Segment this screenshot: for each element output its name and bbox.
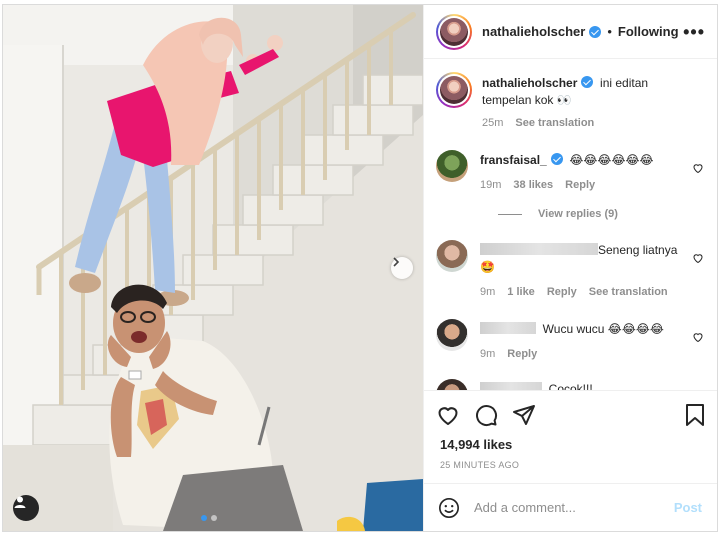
comment-icon[interactable]	[474, 403, 498, 427]
caption-see-translation[interactable]: See translation	[515, 115, 594, 132]
post-dialog: nathalieholscher • Following ••• nathali…	[2, 4, 718, 532]
post-photo[interactable]	[3, 5, 423, 531]
post-comment-button[interactable]: Post	[674, 500, 702, 515]
comment-row: Cocok!!!	[436, 379, 706, 390]
carousel-dot-active	[201, 515, 207, 521]
comment-meta: 9m 1 like Reply See translation	[480, 284, 686, 301]
blurred-username	[480, 243, 598, 255]
comment-row: fransfaisal_ 😂😂😂😂😂😂 19m 38 likes Reply	[436, 150, 706, 194]
blurred-username	[480, 322, 536, 334]
verified-icon	[550, 153, 563, 165]
chevron-right-icon	[393, 257, 400, 267]
post-header: nathalieholscher • Following •••	[424, 5, 717, 59]
caption-author-avatar[interactable]	[436, 72, 472, 108]
likes-count[interactable]: 14,994 likes	[440, 437, 512, 452]
bookmark-icon[interactable]	[684, 403, 706, 427]
share-icon[interactable]	[512, 403, 536, 427]
view-replies-button[interactable]: View replies (9)	[498, 208, 706, 220]
comment-like-heart-icon[interactable]	[692, 162, 704, 174]
comment-reply[interactable]: Reply	[547, 284, 577, 301]
comment-like-heart-icon[interactable]	[692, 252, 704, 264]
commenter-avatar[interactable]	[436, 240, 468, 272]
comment-text: 😂😂😂😂😂😂	[569, 153, 654, 167]
comment-input[interactable]	[474, 500, 674, 515]
comment-like-heart-icon[interactable]	[692, 331, 704, 343]
verified-icon	[589, 25, 602, 38]
comments-list[interactable]: nathalieholscher ini editan tempelan kok…	[424, 60, 717, 390]
post-actions-bar	[424, 390, 717, 438]
commenter-avatar[interactable]	[436, 379, 468, 390]
comment-meta: 9m Reply	[480, 346, 686, 363]
comment-reply[interactable]: Reply	[565, 177, 595, 194]
commenter-avatar[interactable]	[436, 319, 468, 351]
more-options-icon[interactable]: •••	[683, 23, 705, 41]
comment-likes[interactable]: 1 like	[507, 284, 535, 301]
comment-row: Wucu wucu 😂😂😂😂 9m Reply	[436, 319, 706, 363]
next-photo-button[interactable]	[391, 257, 413, 279]
posted-timestamp[interactable]: 25 MINUTES AGO	[440, 460, 519, 470]
commenter-avatar[interactable]	[436, 150, 468, 182]
photo-illustration	[3, 5, 423, 531]
author-avatar[interactable]	[436, 13, 472, 50]
author-username[interactable]: nathalieholscher	[482, 24, 585, 39]
separator-dot: •	[607, 24, 612, 39]
emoji-icon[interactable]	[438, 497, 460, 519]
user-tags-button[interactable]	[13, 495, 39, 521]
comment-likes[interactable]: 38 likes	[513, 177, 553, 194]
caption-row: nathalieholscher ini editan tempelan kok…	[436, 72, 706, 132]
carousel-dot	[211, 515, 217, 521]
view-replies-label: View replies (9)	[538, 208, 618, 220]
comment-composer: Post	[424, 483, 717, 531]
user-tag-icon	[14, 496, 26, 508]
comment-see-translation[interactable]: See translation	[589, 284, 668, 301]
comment-row: Seneng liatnya🤩 9m 1 like Reply See tran…	[436, 240, 706, 301]
commenter-username[interactable]: fransfaisal_	[480, 153, 547, 167]
caption-username[interactable]: nathalieholscher	[482, 76, 577, 90]
comment-time[interactable]: 9m	[480, 284, 495, 301]
blurred-username	[480, 382, 542, 390]
comment-reply[interactable]: Reply	[507, 346, 537, 363]
verified-icon	[581, 76, 594, 88]
heart-icon[interactable]	[436, 403, 460, 427]
caption-time[interactable]: 25m	[482, 115, 503, 132]
carousel-indicator	[201, 515, 217, 521]
following-button[interactable]: Following	[618, 24, 679, 39]
caption-meta: 25m See translation	[482, 115, 686, 132]
comment-time[interactable]: 19m	[480, 177, 501, 194]
comment-time[interactable]: 9m	[480, 346, 495, 363]
post-side-panel: nathalieholscher • Following ••• nathali…	[423, 5, 717, 531]
comment-text: Cocok!!!	[548, 382, 593, 390]
comment-text: Wucu wucu 😂😂😂😂	[542, 322, 664, 336]
comment-meta: 19m 38 likes Reply	[480, 177, 686, 194]
